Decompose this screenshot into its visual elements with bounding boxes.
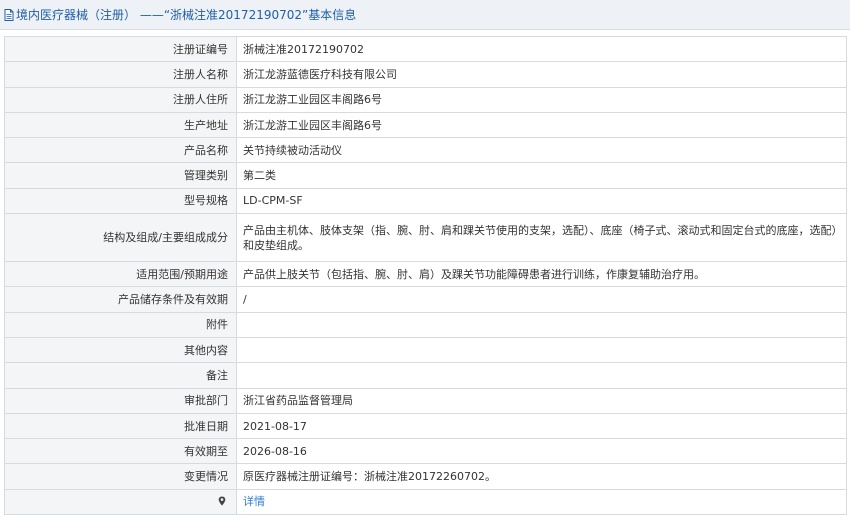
table-row: 注册人名称 浙江龙游蓝德医疗科技有限公司 [4,61,847,88]
details-row: 详情 [4,488,847,515]
row-value: LD-CPM-SF [236,187,847,215]
page-title: 境内医疗器械（注册） ——“浙械注准20172190702”基本信息 [16,8,357,22]
row-value: 2021-08-17 [236,412,847,440]
row-value: 2026-08-16 [236,438,847,465]
row-label: 管理类别 [4,162,237,189]
row-value: 浙江龙游工业园区丰阁路6号 [236,86,847,113]
details-label-cell [4,488,237,515]
details-link[interactable]: 详情 [243,495,265,508]
page-header: 境内医疗器械（注册） ——“浙械注准20172190702”基本信息 [0,0,850,30]
table-row: 其他内容 [4,336,847,364]
table-row: 备注 [4,362,847,389]
row-value: 产品供上肢关节（包括指、腕、肘、肩）及踝关节功能障碍患者进行训练，作康复辅助治疗… [236,261,847,288]
row-label: 结构及组成/主要组成成分 [4,213,237,263]
table-row: 注册人住所 浙江龙游工业园区丰阁路6号 [4,86,847,113]
row-value: 浙江龙游工业园区丰阁路6号 [236,111,847,139]
table-row: 结构及组成/主要组成成分 产品由主机体、肢体支架（指、腕、肘、肩和踝关节使用的支… [4,213,847,263]
table-row: 变更情况 原医疗器械注册证编号：浙械注准20172260702。 [4,463,847,490]
row-label: 审批部门 [4,387,237,414]
document-icon [4,8,14,21]
row-label: 有效期至 [4,438,237,465]
row-label: 产品储存条件及有效期 [4,286,237,313]
table-row: 注册证编号 浙械注准20172190702 [4,35,847,63]
table-row: 型号规格 LD-CPM-SF [4,187,847,215]
row-label: 产品名称 [4,137,237,164]
row-value [236,336,847,364]
table-row: 生产地址 浙江龙游工业园区丰阁路6号 [4,111,847,139]
row-label: 注册人住所 [4,86,237,113]
row-label: 适用范围/预期用途 [4,261,237,288]
row-label: 变更情况 [4,463,237,490]
table-row: 产品名称 关节持续被动活动仪 [4,137,847,164]
table-row: 审批部门 浙江省药品监督管理局 [4,387,847,414]
row-value [236,311,847,338]
table-row: 附件 [4,311,847,338]
row-value: 浙江龙游蓝德医疗科技有限公司 [236,61,847,88]
row-label: 注册人名称 [4,61,237,88]
row-value: 浙江省药品监督管理局 [236,387,847,414]
row-label: 附件 [4,311,237,338]
row-label: 生产地址 [4,111,237,139]
row-value: 浙械注准20172190702 [236,35,847,63]
info-table: 注册证编号 浙械注准20172190702 注册人名称 浙江龙游蓝德医疗科技有限… [4,35,847,515]
table-row: 管理类别 第二类 [4,162,847,189]
table-row: 批准日期 2021-08-17 [4,412,847,440]
row-label: 备注 [4,362,237,389]
row-value: 原医疗器械注册证编号：浙械注准20172260702。 [236,463,847,490]
row-value: 第二类 [236,162,847,189]
map-pin-icon [218,496,226,506]
row-label: 批准日期 [4,412,237,440]
table-row: 产品储存条件及有效期 / [4,286,847,313]
details-value-cell: 详情 [236,488,847,515]
row-label: 注册证编号 [4,35,237,63]
table-row: 适用范围/预期用途 产品供上肢关节（包括指、腕、肘、肩）及踝关节功能障碍患者进行… [4,261,847,288]
row-value: 关节持续被动活动仪 [236,137,847,164]
row-value: 产品由主机体、肢体支架（指、腕、肘、肩和踝关节使用的支架，选配）、底座（椅子式、… [236,213,847,263]
row-label: 其他内容 [4,336,237,364]
row-label: 型号规格 [4,187,237,215]
row-value: / [236,286,847,313]
table-row: 有效期至 2026-08-16 [4,438,847,465]
row-value [236,362,847,389]
